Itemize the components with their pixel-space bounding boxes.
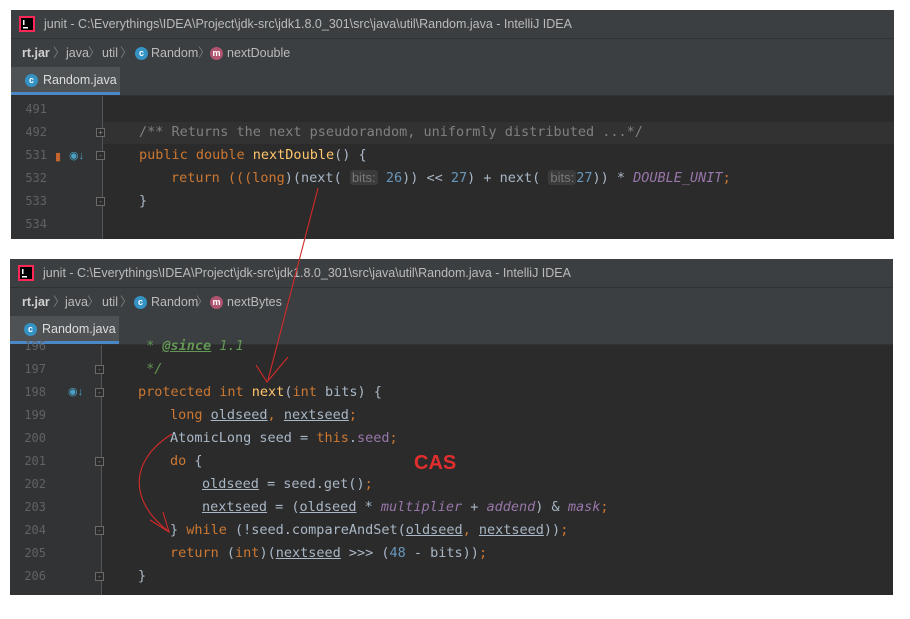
code-line-201: do { <box>170 453 203 469</box>
line-number: 204 <box>24 523 46 537</box>
window-title: junit - C:\Everythings\IDEA\Project\jdk-… <box>43 266 571 280</box>
code-editor[interactable]: 196 197 198 199 200 201 202 203 204 205 … <box>10 338 893 595</box>
override-icon[interactable]: ◉↓ <box>68 385 83 398</box>
title-bar: junit - C:\Everythings\IDEA\Project\jdk-… <box>10 259 893 287</box>
line-number: 491 <box>25 102 47 116</box>
chevron-right-icon: 〉 <box>88 46 101 60</box>
line-number: 205 <box>24 546 46 560</box>
code-line-199: long oldseed, nextseed; <box>170 407 357 423</box>
chevron-right-icon: 〉 <box>198 46 211 60</box>
line-number: 532 <box>25 171 47 185</box>
code-editor[interactable]: 491 492 531 532 533 534 ▮ ◉↓ + - - /** R… <box>11 96 894 239</box>
method-icon: m <box>210 296 223 309</box>
chevron-right-icon: 〉 <box>120 46 133 60</box>
ide-window-next: junit - C:\Everythings\IDEA\Project\jdk-… <box>10 259 893 595</box>
gutter-divider <box>101 345 102 595</box>
fold-icon[interactable]: - <box>96 151 105 160</box>
line-number: 202 <box>24 477 46 491</box>
fold-icon[interactable]: + <box>96 128 105 137</box>
class-icon: c <box>24 323 37 336</box>
line-number: 492 <box>25 125 47 139</box>
line-number: 534 <box>25 217 47 231</box>
code-line-197: */ <box>138 361 163 377</box>
line-number: 196 <box>24 339 46 353</box>
breadcrumb-jar[interactable]: rt.jar <box>22 39 50 67</box>
override-icon[interactable]: ◉↓ <box>69 149 84 162</box>
breadcrumb: rt.jar 〉 java 〉 util 〉 c Random 〉 m next… <box>10 287 893 316</box>
parameter-hint: bits: <box>349 170 378 185</box>
code-line-200: AtomicLong seed = this.seed; <box>170 430 398 446</box>
tab-random-java[interactable]: c Random.java <box>11 67 120 95</box>
code-line-203: nextseed = (oldseed * multiplier + adden… <box>202 499 609 515</box>
window-title: junit - C:\Everythings\IDEA\Project\jdk-… <box>44 17 572 31</box>
breadcrumb-method[interactable]: nextDouble <box>227 39 290 67</box>
fold-icon[interactable]: - <box>95 457 104 466</box>
breadcrumb-jar[interactable]: rt.jar <box>22 288 50 316</box>
breadcrumb-util[interactable]: util <box>102 288 118 316</box>
editor-tab-bar: c Random.java <box>11 67 894 96</box>
code-line-205: return (int)(nextseed >>> (48 - bits)); <box>170 545 488 561</box>
fold-icon[interactable]: - <box>95 526 104 535</box>
fold-icon[interactable]: - <box>95 572 104 581</box>
code-line-204: } while (!seed.compareAndSet(oldseed, ne… <box>170 522 569 538</box>
fold-icon[interactable]: - <box>95 388 104 397</box>
title-bar: junit - C:\Everythings\IDEA\Project\jdk-… <box>11 10 894 38</box>
code-line-533: } <box>139 193 148 209</box>
class-icon: c <box>135 47 148 60</box>
chevron-right-icon: 〉 <box>87 295 100 309</box>
chevron-right-icon: 〉 <box>196 295 209 309</box>
class-icon: c <box>25 74 38 87</box>
chevron-right-icon: 〉 <box>120 295 133 309</box>
method-icon: m <box>210 47 223 60</box>
code-line-206: } <box>138 568 147 584</box>
tab-label: Random.java <box>42 322 116 336</box>
gutter-divider <box>102 96 103 239</box>
ide-window-next-double: junit - C:\Everythings\IDEA\Project\jdk-… <box>11 10 894 239</box>
line-number: 201 <box>24 454 46 468</box>
breadcrumb-method[interactable]: nextBytes <box>227 288 282 316</box>
chevron-right-icon: 〉 <box>53 46 66 60</box>
line-number: 531 <box>25 148 47 162</box>
line-number: 197 <box>24 362 46 376</box>
class-icon: c <box>134 296 147 309</box>
code-line-492: /** Returns the next pseudorandom, unifo… <box>139 124 643 140</box>
parameter-hint: bits: <box>548 170 577 185</box>
fold-icon[interactable]: - <box>95 365 104 374</box>
line-number: 206 <box>24 569 46 583</box>
chevron-right-icon: 〉 <box>53 295 66 309</box>
intellij-idea-icon <box>18 265 34 281</box>
active-tab-indicator <box>11 92 120 95</box>
line-number: 199 <box>24 408 46 422</box>
line-number: 533 <box>25 194 47 208</box>
code-line-532: return (((long)(next( bits: 26)) << 27) … <box>171 170 731 186</box>
code-line-196: * @since 1.1 <box>138 338 244 354</box>
intellij-idea-icon <box>19 16 35 32</box>
breadcrumb-util[interactable]: util <box>102 39 118 67</box>
breadcrumb-java[interactable]: java <box>65 288 88 316</box>
breadcrumb-class[interactable]: Random <box>151 39 198 67</box>
code-line-202: oldseed = seed.get(); <box>202 476 373 492</box>
line-number: 203 <box>24 500 46 514</box>
breadcrumb-java[interactable]: java <box>66 39 89 67</box>
tab-label: Random.java <box>43 73 117 87</box>
implementation-icon[interactable]: ▮ <box>55 150 61 163</box>
code-line-531: public double nextDouble() { <box>139 147 367 163</box>
breadcrumb: rt.jar 〉 java 〉 util 〉 c Random 〉 m next… <box>11 38 894 67</box>
line-number: 198 <box>24 385 46 399</box>
fold-icon[interactable]: - <box>96 197 105 206</box>
line-number: 200 <box>24 431 46 445</box>
cas-annotation: CAS <box>414 452 457 474</box>
code-line-198: protected int next(int bits) { <box>138 384 382 400</box>
breadcrumb-class[interactable]: Random <box>151 288 198 316</box>
